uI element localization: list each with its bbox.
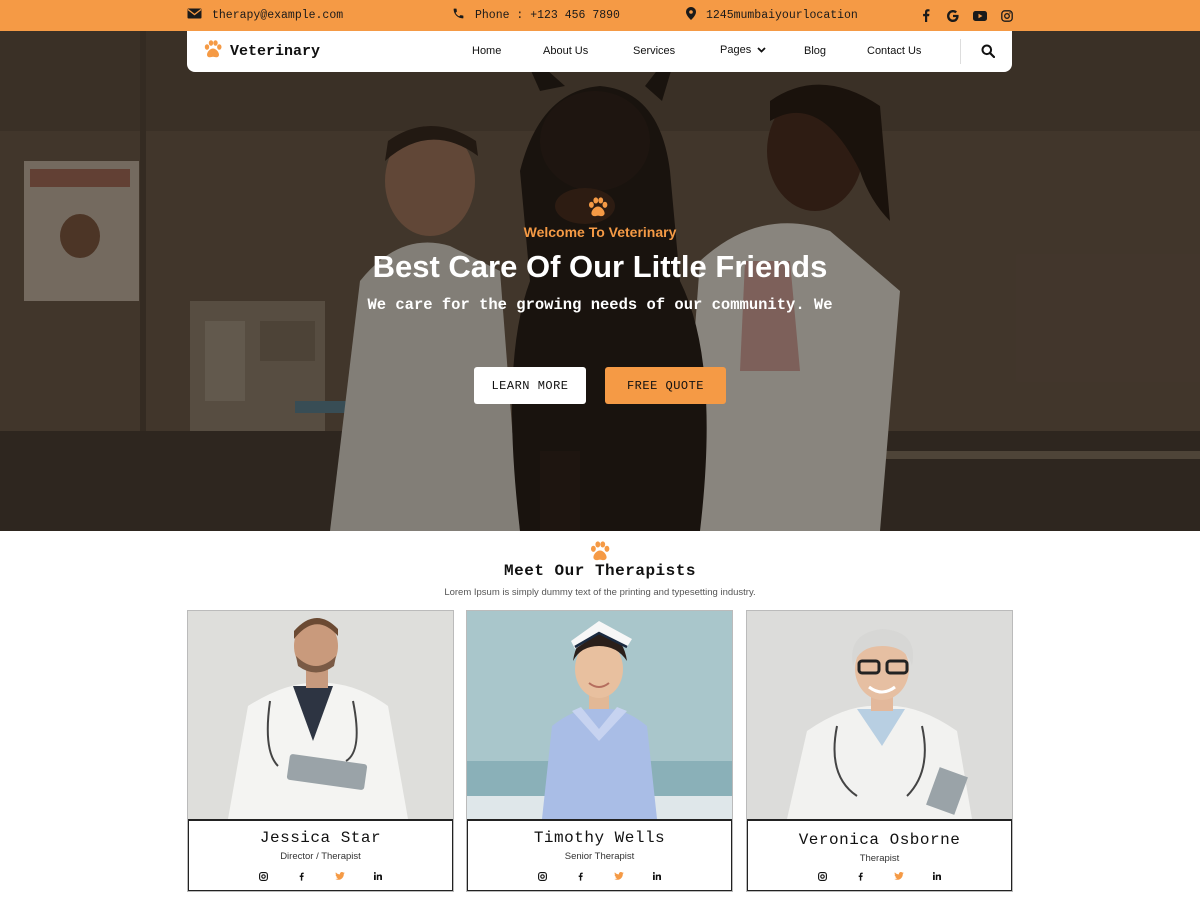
- facebook-icon[interactable]: [919, 9, 933, 23]
- instagram-icon[interactable]: [259, 871, 269, 881]
- therapist-photo: [747, 611, 1012, 819]
- therapist-name: Jessica Star: [259, 829, 382, 847]
- topbar-phone[interactable]: Phone : +123 456 7890: [452, 0, 620, 31]
- therapist-name: Veronica Osborne: [798, 831, 961, 849]
- topbar-location[interactable]: 1245mumbaiyourlocation: [686, 0, 858, 31]
- therapist-name: Timothy Wells: [533, 829, 666, 847]
- instagram-icon[interactable]: [538, 871, 548, 881]
- facebook-icon[interactable]: [576, 871, 586, 881]
- paw-icon: [203, 40, 223, 63]
- therapist-role: Senior Therapist: [564, 851, 635, 862]
- hero-subtitle: We care for the growing needs of our com…: [367, 296, 833, 314]
- therapist-card[interactable]: Jessica Star Director / Therapist: [187, 610, 454, 892]
- nav-contact[interactable]: Contact Us: [867, 45, 921, 57]
- hero-welcome-text: Welcome To Veterinary: [523, 224, 677, 240]
- facebook-icon[interactable]: [297, 871, 307, 881]
- location-pin-icon: [686, 7, 696, 24]
- free-quote-button[interactable]: FREE QUOTE: [605, 367, 726, 404]
- twitter-icon[interactable]: [334, 871, 345, 881]
- linkedin-icon[interactable]: [932, 871, 942, 881]
- twitter-icon[interactable]: [613, 871, 624, 881]
- instagram-icon[interactable]: [818, 871, 828, 881]
- nav-about[interactable]: About Us: [543, 45, 588, 57]
- brand-name: Veterinary: [230, 43, 321, 60]
- nav-services[interactable]: Services: [633, 45, 675, 57]
- hero-paw-icon: [587, 197, 609, 222]
- learn-more-button[interactable]: LEARN MORE: [474, 367, 586, 404]
- therapist-social-links: [748, 871, 1011, 881]
- facebook-icon[interactable]: [856, 871, 866, 881]
- google-icon[interactable]: [946, 9, 960, 23]
- section-subtitle: Lorem Ipsum is simply dummy text of the …: [444, 587, 756, 598]
- phone-icon: [452, 7, 465, 24]
- therapist-info: Jessica Star Director / Therapist: [188, 819, 453, 891]
- linkedin-icon[interactable]: [652, 871, 662, 881]
- chevron-down-icon: [757, 44, 766, 56]
- top-bar: therapy@example.com Phone : +123 456 789…: [0, 0, 1200, 31]
- therapist-info: Veronica Osborne Therapist: [747, 819, 1012, 891]
- nav-pages-dropdown[interactable]: Pages: [720, 44, 766, 56]
- topbar-social-links: [919, 0, 1014, 31]
- therapist-photo: [188, 611, 453, 819]
- therapist-social-links: [468, 871, 731, 881]
- therapist-card[interactable]: Timothy Wells Senior Therapist: [466, 610, 733, 892]
- nav-divider: [960, 39, 961, 64]
- therapist-card[interactable]: Veronica Osborne Therapist: [746, 610, 1013, 892]
- topbar-location-text: 1245mumbaiyourlocation: [706, 9, 858, 22]
- hero-title: Best Care Of Our Little Friends: [372, 249, 828, 284]
- brand-logo[interactable]: Veterinary: [203, 31, 320, 72]
- topbar-phone-text: Phone : +123 456 7890: [475, 9, 620, 22]
- therapist-photo: [467, 611, 732, 819]
- main-navbar: Veterinary Home About Us Services Pages …: [187, 31, 1012, 72]
- youtube-icon[interactable]: [973, 9, 987, 23]
- linkedin-icon[interactable]: [373, 871, 383, 881]
- therapist-role: Therapist: [859, 853, 900, 864]
- nav-blog[interactable]: Blog: [804, 45, 826, 57]
- therapist-info: Timothy Wells Senior Therapist: [467, 819, 732, 891]
- topbar-email-text: therapy@example.com: [212, 9, 344, 22]
- nav-pages-label: Pages: [720, 44, 752, 56]
- topbar-email[interactable]: therapy@example.com: [187, 0, 343, 31]
- search-icon[interactable]: [981, 44, 996, 63]
- twitter-icon[interactable]: [893, 871, 904, 881]
- section-title: Meet Our Therapists: [504, 562, 696, 580]
- mail-icon: [187, 8, 202, 23]
- therapist-role: Director / Therapist: [280, 851, 361, 862]
- instagram-icon[interactable]: [1000, 9, 1014, 23]
- nav-home[interactable]: Home: [472, 45, 501, 57]
- therapist-social-links: [189, 871, 452, 881]
